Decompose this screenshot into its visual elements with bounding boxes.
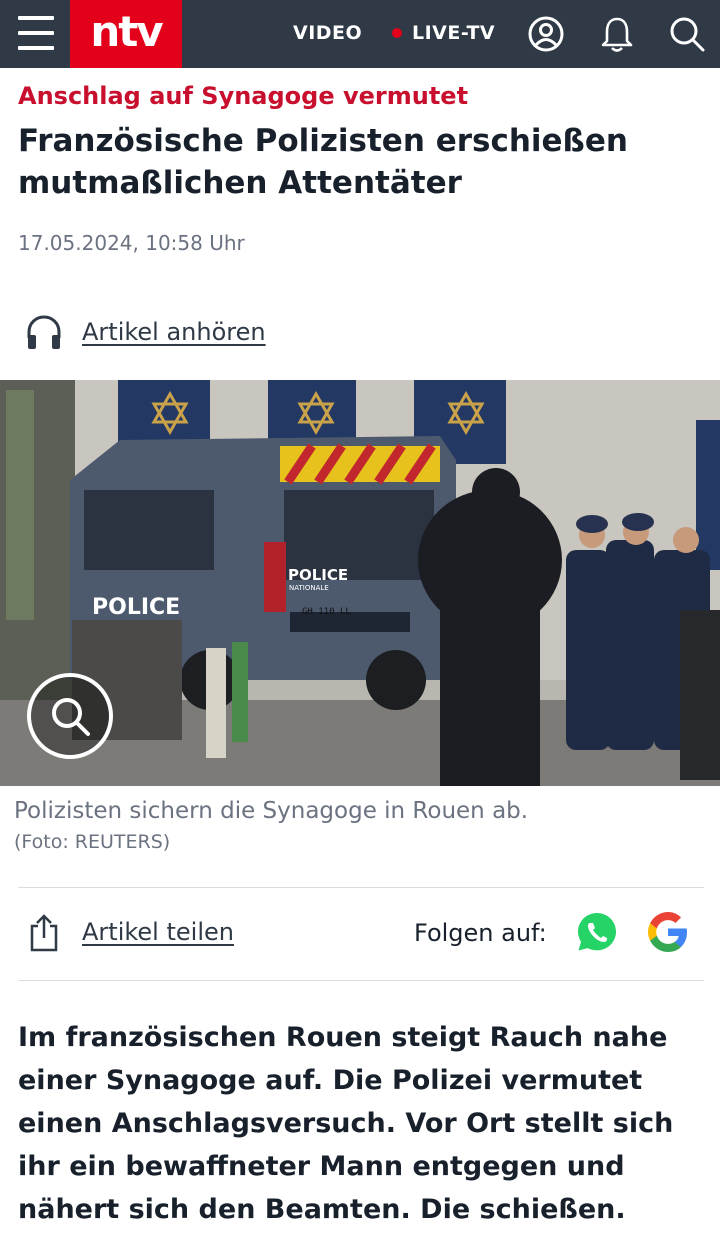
image-caption: Polizisten sichern die Synagoge in Rouen… [14,798,529,824]
nav-video-link[interactable]: VIDEO [293,22,362,44]
van-plate-text: GH 110 LL [302,607,351,617]
van-side-police-text: POLICE [92,595,180,620]
menu-icon[interactable] [18,16,54,50]
listen-to-article-label: Artikel anhören [82,318,266,346]
van-police-text: POLICE [288,566,348,584]
image-credit: (Foto: REUTERS) [14,831,171,853]
user-icon[interactable] [526,14,566,54]
bell-icon[interactable] [597,14,637,54]
follow-on-label: Folgen auf: [414,919,547,947]
nav-live-tv-label: LIVE-TV [412,22,496,44]
headphones-icon [27,315,61,349]
search-icon[interactable] [667,14,707,54]
divider [18,980,704,981]
listen-to-article-button[interactable]: Artikel anhören [24,312,266,352]
magnifier-icon [52,698,90,736]
article-lead-paragraph: Im französischen Rouen steigt Rauch nahe… [18,1022,674,1225]
share-article-label: Artikel teilen [82,918,234,946]
divider [18,887,704,888]
live-dot-icon [392,28,402,38]
article-headline: Französische Polizisten erschießen mutma… [18,123,628,201]
article-image[interactable]: POLICE NATIONALE GH 110 LL POLICE [0,380,720,786]
nav-live-tv-link[interactable]: LIVE-TV [392,22,495,44]
article-kicker: Anschlag auf Synagoge vermutet [18,82,469,110]
van-nationale-text: NATIONALE [289,584,329,592]
article-date: 17.05.2024, 10:58 Uhr [18,231,245,255]
share-article-button[interactable]: Artikel teilen [28,912,234,952]
image-zoom-button[interactable] [27,673,113,759]
whatsapp-icon[interactable] [576,911,618,953]
ntv-logo[interactable]: ntv [70,0,182,68]
google-icon[interactable] [647,911,689,953]
top-navigation-bar: ntv VIDEO LIVE-TV [0,0,720,68]
share-icon [30,914,58,952]
